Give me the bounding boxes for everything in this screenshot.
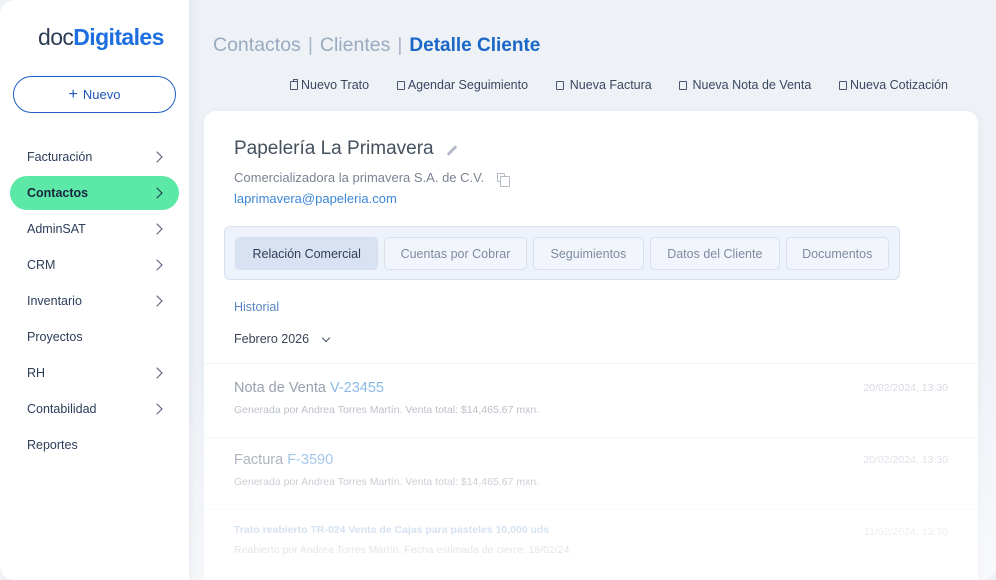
history-entry-title: Nota de Venta V-23455 [234,380,948,396]
action-bar: Nuevo Trato Agendar Seguimiento Nueva Fa… [290,78,948,92]
history-entry-detail: Reabierto por Andrea Torres Martín. Fech… [234,544,573,556]
divider [204,509,978,510]
new-button-label: Nuevo [82,87,121,102]
new-deal-label: Nuevo Trato [301,78,370,92]
breadcrumb-separator: | [397,34,403,56]
sidebar: docDigitales + Nuevo Facturación Contact… [0,0,189,580]
sidebar-item-rh[interactable]: RH [10,356,179,390]
tab-cuentas-por-cobrar[interactable]: Cuentas por Cobrar [384,237,527,270]
client-legal-name-text: Comercializadora la primavera S.A. de C.… [234,170,485,185]
receipt-icon [679,80,688,90]
new-sales-note-button[interactable]: Nueva Nota de Venta [679,78,811,92]
schedule-followup-label: Agendar Seguimiento [407,78,529,92]
calendar-icon [396,80,405,90]
brand-logo-part2: Digitales [73,24,164,50]
history-entry[interactable]: Factura F-3590 Generada por Andrea Torre… [234,452,948,488]
client-detail-card: Papelería La Primavera Comercializadora … [204,111,978,580]
history-entry-detail: Generada por Andrea Torres Martín. Venta… [234,404,540,416]
invoice-icon [555,80,564,90]
new-quote-button[interactable]: Nueva Cotización [839,78,948,92]
app-frame: docDigitales + Nuevo Facturación Contact… [0,0,996,580]
new-button[interactable]: + Nuevo [13,76,176,113]
history-entry-ref-link[interactable]: V-23455 [330,380,384,396]
sidebar-item-inventario[interactable]: Inventario [10,284,179,318]
sidebar-item-label: Contabilidad [27,402,97,416]
sidebar-item-adminsat[interactable]: AdminSAT [10,212,179,246]
history-entry-type: Factura [234,452,284,468]
sidebar-item-label: Proyectos [27,330,83,344]
client-legal-name: Comercializadora la primavera S.A. de C.… [234,170,511,187]
new-invoice-button[interactable]: Nueva Factura [555,78,652,92]
history-entry-title: Factura F-3590 [234,452,948,468]
history-title: Historial [234,300,280,314]
history-entry-time: 20/02/2024, 13:30 [863,382,948,394]
new-invoice-label: Nueva Factura [569,78,652,92]
sidebar-item-contactos[interactable]: Contactos [10,176,179,210]
schedule-followup-button[interactable]: Agendar Seguimiento [396,78,529,92]
history-entry-type: Nota de Venta [234,380,326,396]
chevron-right-icon [151,187,163,199]
sidebar-item-label: Reportes [27,438,78,452]
breadcrumb-separator: | [307,34,313,56]
sidebar-item-label: Contactos [27,186,89,200]
tab-documentos[interactable]: Documentos [785,237,890,270]
client-name: Papelería La Primavera [234,138,458,160]
chevron-right-icon [151,367,163,379]
sidebar-item-proyectos[interactable]: Proyectos [10,320,179,354]
sidebar-item-label: AdminSAT [27,222,86,236]
history-entry-detail: Generada por Andrea Torres Martín. Venta… [234,476,540,488]
new-quote-label: Nueva Cotización [850,78,948,92]
chevron-right-icon [151,259,163,271]
tab-relacion-comercial[interactable]: Relación Comercial [235,237,379,270]
breadcrumb-clientes[interactable]: Clientes [320,34,390,57]
client-name-text: Papelería La Primavera [234,138,434,159]
history-entry[interactable]: Nota de Venta V-23455 Generada por Andre… [234,380,948,416]
sidebar-item-label: CRM [27,258,56,272]
plus-icon: + [68,85,78,103]
tab-seguimientos[interactable]: Seguimientos [532,237,645,270]
sidebar-item-label: RH [27,366,46,380]
new-deal-button[interactable]: Nuevo Trato [290,78,369,92]
history-entry-time: 11/02/2024, 13:30 [864,526,948,538]
new-sales-note-label: Nueva Nota de Venta [692,78,812,92]
history-entry-type: Trato reabierto [234,524,308,536]
history-entry-title: Trato reabierto TR-024 Venta de Cajas pa… [234,524,948,536]
briefcase-icon [290,78,298,90]
sidebar-item-facturacion[interactable]: Facturación [10,140,179,174]
sidebar-item-label: Inventario [27,294,82,308]
page-title: Detalle Cliente [409,34,541,56]
client-email-link[interactable]: laprimavera@papeleria.com [234,191,397,206]
chevron-right-icon [151,403,163,415]
divider [204,363,978,364]
client-tabs: Relación Comercial Cuentas por Cobrar Se… [224,226,900,280]
breadcrumb: Contactos | Clientes | Detalle Cliente [213,34,540,57]
history-entry-ref-link[interactable]: TR-024 Venta de Cajas para pasteles 10,0… [310,524,549,536]
chevron-right-icon [151,295,163,307]
history-entry-ref-link[interactable]: F-3590 [287,452,333,468]
copy-icon[interactable] [497,173,511,187]
chevron-down-icon [321,333,331,342]
month-select[interactable]: Febrero 2026 [234,332,331,346]
breadcrumb-contactos[interactable]: Contactos [213,34,301,57]
chevron-right-icon [151,223,163,235]
chevron-right-icon [151,151,163,163]
brand-logo-part1: doc [38,24,74,50]
pencil-icon[interactable] [446,144,457,156]
sidebar-item-contabilidad[interactable]: Contabilidad [10,392,179,426]
divider [204,437,978,438]
brand-logo[interactable]: docDigitales [38,24,164,51]
document-icon [839,80,848,90]
history-entry-time: 20/02/2024, 13:30 [863,454,948,466]
sidebar-item-label: Facturación [27,150,93,164]
history-entry[interactable]: Trato reabierto TR-024 Venta de Cajas pa… [234,524,948,556]
sidebar-item-reportes[interactable]: Reportes [10,428,179,462]
sidebar-item-crm[interactable]: CRM [10,248,179,282]
month-select-value: Febrero 2026 [234,332,310,346]
tab-datos-del-cliente[interactable]: Datos del Cliente [650,237,780,270]
